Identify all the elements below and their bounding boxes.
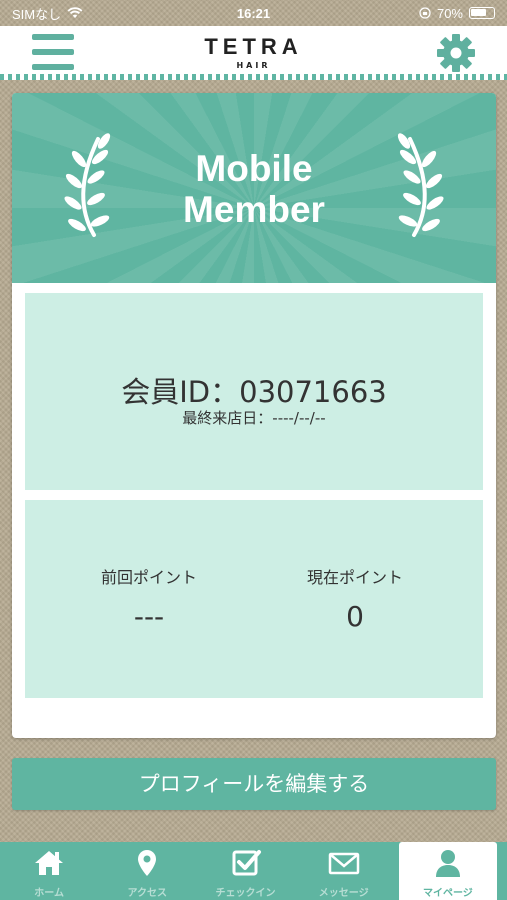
edit-profile-button[interactable]: プロフィールを編集する — [12, 758, 496, 810]
envelope-icon — [328, 852, 359, 875]
wifi-icon — [67, 7, 83, 18]
last-visit-date: 最終来店日：----/--/-- — [182, 409, 326, 427]
previous-points-value: --- — [133, 600, 165, 633]
logo-main-text: TETRA — [204, 34, 303, 59]
tab-access-label: アクセス — [127, 888, 168, 899]
tab-access[interactable]: アクセス — [98, 842, 196, 900]
tab-mypage-label: マイページ — [423, 888, 473, 899]
tab-message[interactable]: メッセージ — [295, 842, 393, 900]
tab-checkin[interactable]: チェックイン — [196, 842, 294, 900]
tab-message-label: メッセージ — [318, 888, 369, 899]
status-left: SIMなし — [12, 4, 83, 23]
status-bar: SIMなし 16:21 70% — [0, 0, 507, 26]
member-card: Mobile Member 会員ID：03071663 最終来店日：----/-… — [12, 93, 496, 738]
app-header: TETRA HAIR — [0, 26, 507, 80]
battery-icon — [469, 7, 495, 19]
status-time: 16:21 — [236, 5, 271, 21]
bottom-tab-bar: ホーム アクセス チェックイン メッセージ マイページ — [0, 842, 507, 900]
hamburger-icon[interactable] — [32, 34, 74, 70]
laurel-right-icon — [397, 133, 444, 237]
member-id: 会員ID：03071663 — [121, 375, 387, 409]
tab-checkin-label: チェックイン — [215, 888, 276, 899]
header-stripe — [0, 74, 507, 80]
member-banner: Mobile Member — [12, 93, 496, 283]
current-points-value: 0 — [346, 600, 364, 633]
previous-points: 前回ポイント --- — [49, 564, 249, 633]
checkbox-icon — [232, 850, 261, 876]
tab-home-label: ホーム — [34, 888, 64, 899]
points-panel: 前回ポイント --- 現在ポイント 0 — [25, 500, 483, 698]
current-points: 現在ポイント 0 — [255, 564, 455, 633]
tab-mypage[interactable]: マイページ — [398, 842, 498, 900]
current-points-label: 現在ポイント — [306, 568, 403, 587]
gear-icon[interactable] — [435, 32, 477, 74]
previous-points-label: 前回ポイント — [100, 568, 197, 587]
user-icon — [435, 850, 460, 877]
home-icon — [35, 851, 64, 875]
carrier-label: SIMなし — [12, 6, 62, 22]
status-right: 70% — [419, 6, 495, 21]
battery-percent: 70% — [436, 5, 463, 21]
tab-home[interactable]: ホーム — [0, 842, 98, 900]
logo-sub-text: HAIR — [236, 61, 271, 70]
orientation-lock-icon — [419, 7, 431, 19]
map-pin-icon — [138, 850, 157, 876]
app-logo: TETRA HAIR — [204, 34, 302, 70]
member-info-panel: 会員ID：03071663 最終来店日：----/--/-- — [25, 293, 483, 490]
